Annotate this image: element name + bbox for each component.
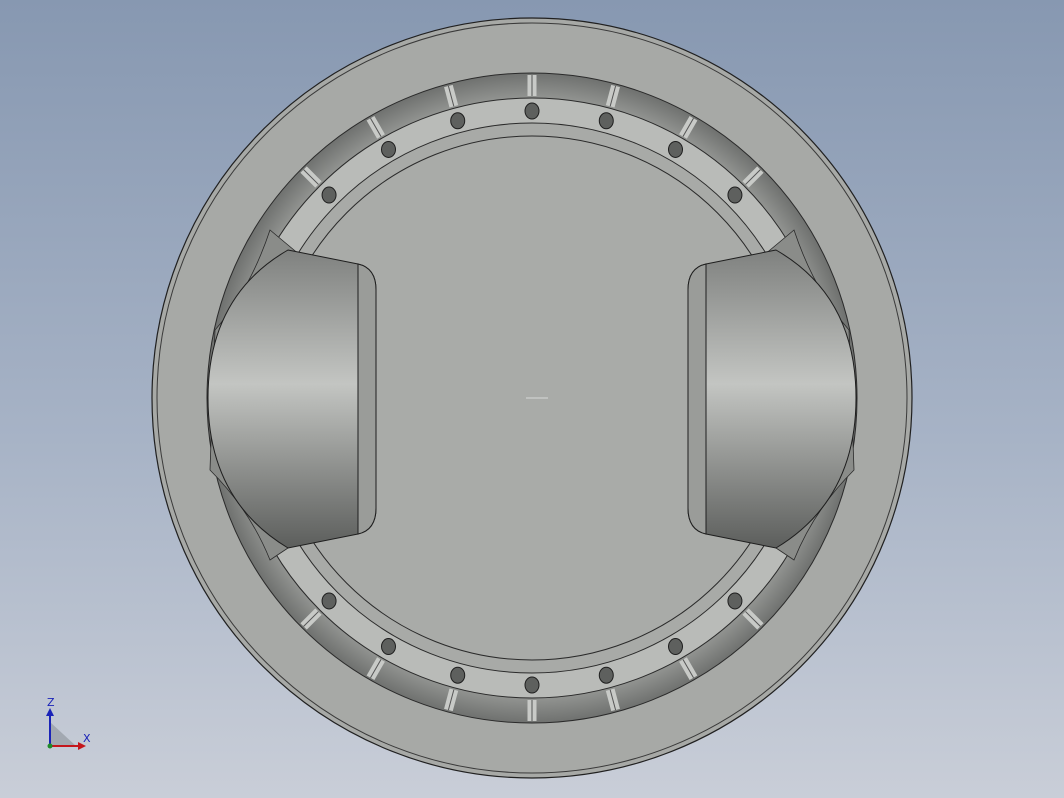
drilled-hole [381, 140, 396, 158]
z-arrow [46, 708, 54, 716]
left-pin-boss-face [357, 263, 377, 535]
drilled-hole [727, 592, 743, 610]
drilled-hole [598, 666, 614, 684]
drilled-hole [321, 186, 337, 204]
cad-viewport[interactable]: Z X [0, 0, 1064, 798]
piston-3d-model[interactable] [0, 0, 1064, 798]
drilled-hole [381, 638, 396, 656]
drilled-hole [321, 592, 337, 610]
drilled-hole [668, 140, 683, 158]
drilled-hole [727, 186, 743, 204]
drilled-hole [450, 112, 466, 130]
z-axis-label: Z [47, 696, 55, 709]
axis-triad: Z X [46, 696, 91, 750]
drilled-hole [524, 102, 540, 120]
drilled-hole [598, 112, 614, 130]
drilled-hole [524, 676, 540, 694]
triad-origin [47, 743, 53, 749]
right-pin-boss-face [687, 263, 707, 535]
drilled-hole [450, 666, 466, 684]
x-axis-label: X [83, 732, 91, 745]
triad-plane [50, 722, 76, 746]
drilled-hole [668, 638, 683, 656]
